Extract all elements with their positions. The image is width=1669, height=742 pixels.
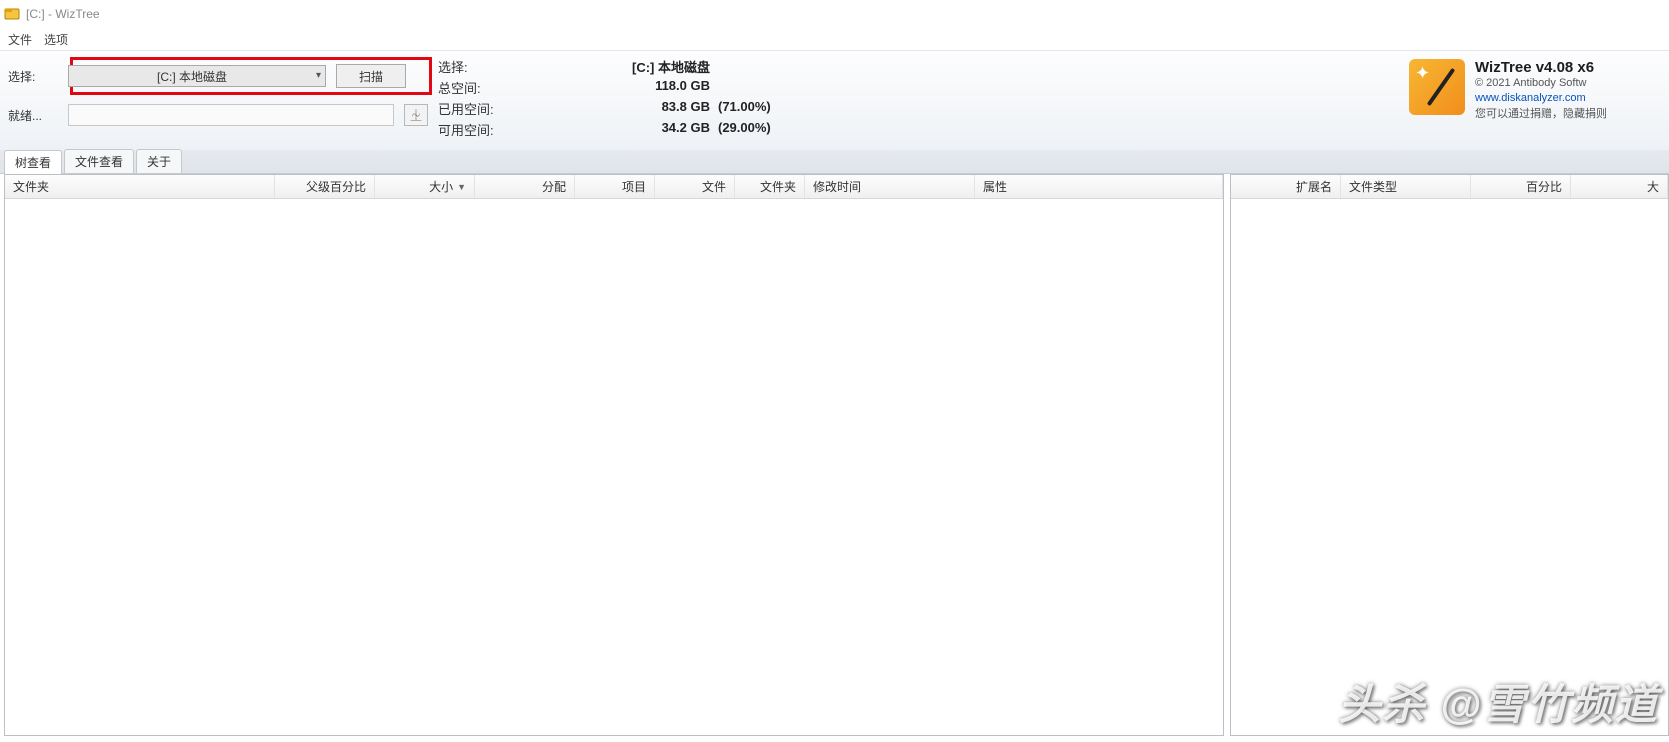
sort-desc-icon: ▼ [457, 182, 466, 192]
info-free-v: 34.2 GB [518, 120, 718, 139]
col-attrs[interactable]: 属性 [975, 175, 1223, 198]
tree-body[interactable] [5, 199, 1223, 735]
select-label: 选择: [8, 68, 58, 85]
menu-bar: 文件 选项 [0, 28, 1669, 50]
menu-options[interactable]: 选项 [44, 31, 68, 48]
copyright-text: © 2021 Antibody Softw [1475, 76, 1607, 91]
about-box: WizTree v4.08 x6 © 2021 Antibody Softw w… [1409, 57, 1669, 122]
window-title: [C:] - WizTree [26, 7, 100, 21]
top-toolbar: 选择: [C:] 本地磁盘 ▾ 扫描 就绪... ⏈ 选择: [C:] 本地磁盘… [0, 50, 1669, 150]
ext-body[interactable] [1231, 199, 1668, 735]
app-name-version: WizTree v4.08 x6 [1475, 59, 1607, 76]
donate-text: 您可以通过捐赠，隐藏捐则 [1475, 107, 1607, 122]
tree-panel: 文件夹 父级百分比 大小▼ 分配 项目 文件 文件夹 修改时间 属性 [4, 174, 1224, 736]
info-used-v: 83.8 GB [518, 99, 718, 118]
status-box [68, 104, 394, 126]
website-link[interactable]: www.diskanalyzer.com [1475, 91, 1607, 106]
title-bar: [C:] - WizTree [0, 0, 1669, 28]
col-folder[interactable]: 文件夹 [5, 175, 275, 198]
view-tabs: 树查看 文件查看 关于 [0, 150, 1669, 174]
info-used-p: (71.00%) [718, 99, 838, 118]
col-mtime[interactable]: 修改时间 [805, 175, 975, 198]
main-area: 文件夹 父级百分比 大小▼ 分配 项目 文件 文件夹 修改时间 属性 扩展名 文… [0, 174, 1669, 742]
info-select-k: 选择: [438, 57, 518, 76]
filter-button[interactable]: ⏈ [404, 104, 428, 126]
tab-tree-view[interactable]: 树查看 [4, 150, 62, 174]
col-ext[interactable]: 扩展名 [1231, 175, 1341, 198]
info-total-k: 总空间: [438, 78, 518, 97]
menu-file[interactable]: 文件 [8, 31, 32, 48]
col-pct[interactable]: 百分比 [1471, 175, 1571, 198]
col-parent-pct[interactable]: 父级百分比 [275, 175, 375, 198]
drive-select[interactable]: [C:] 本地磁盘 ▾ [68, 65, 326, 87]
tree-column-headers: 文件夹 父级百分比 大小▼ 分配 项目 文件 文件夹 修改时间 属性 [5, 175, 1223, 199]
app-icon [4, 6, 20, 22]
scan-button[interactable]: 扫描 [336, 64, 406, 88]
col-files[interactable]: 文件 [655, 175, 735, 198]
chevron-down-icon: ▾ [316, 70, 321, 81]
ext-panel: 扩展名 文件类型 百分比 大 [1230, 174, 1669, 736]
info-free-k: 可用空间: [438, 120, 518, 139]
col-alloc[interactable]: 分配 [475, 175, 575, 198]
ready-label: 就绪... [8, 107, 58, 124]
info-free-p: (29.00%) [718, 120, 838, 139]
info-select-v: [C:] 本地磁盘 [518, 57, 718, 76]
info-used-k: 已用空间: [438, 99, 518, 118]
tab-file-view[interactable]: 文件查看 [64, 149, 134, 173]
wiztree-logo-icon [1409, 59, 1465, 115]
disk-info: 选择: [C:] 本地磁盘 总空间: 118.0 GB 已用空间: 83.8 G… [438, 57, 1409, 139]
col-type[interactable]: 文件类型 [1341, 175, 1471, 198]
col-items[interactable]: 项目 [575, 175, 655, 198]
ext-column-headers: 扩展名 文件类型 百分比 大 [1231, 175, 1668, 199]
drive-select-value: [C:] 本地磁盘 [157, 68, 227, 85]
tab-about[interactable]: 关于 [136, 149, 182, 173]
col-size2[interactable]: 大 [1571, 175, 1668, 198]
filter-icon: ⏈ [411, 107, 422, 123]
col-size[interactable]: 大小▼ [375, 175, 475, 198]
col-folders[interactable]: 文件夹 [735, 175, 805, 198]
info-total-v: 118.0 GB [518, 78, 718, 97]
